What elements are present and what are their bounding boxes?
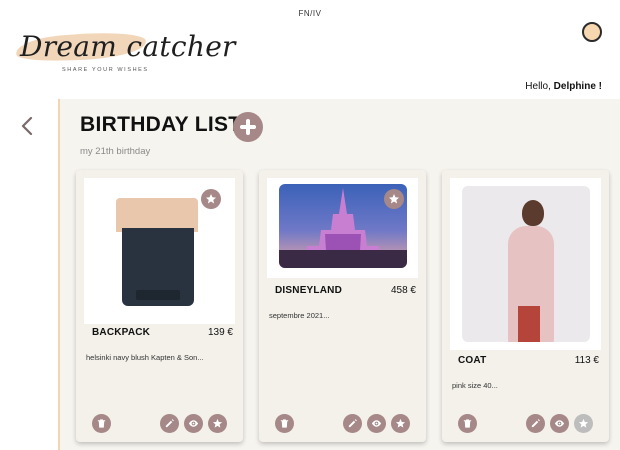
chevron-left-icon[interactable] [20, 116, 40, 138]
star-icon[interactable] [574, 414, 593, 433]
pencil-icon[interactable] [526, 414, 545, 433]
item-description: septembre 2021... [269, 311, 330, 320]
user-name: Delphine ! [553, 81, 602, 92]
page-title: BIRTHDAY LIST [80, 113, 242, 136]
plus-circle-icon[interactable] [233, 112, 263, 142]
logo[interactable]: Dream catcher SHARE YOUR WISHES [14, 26, 235, 78]
pencil-icon[interactable] [343, 414, 362, 433]
language-switcher[interactable]: FN/IV [0, 9, 620, 18]
list-subtitle: my 21th birthday [80, 146, 151, 157]
logo-title: Dream catcher [20, 30, 236, 63]
main-panel: BIRTHDAY LIST my 21th birthday BACKPACK … [58, 99, 620, 450]
logo-tagline: SHARE YOUR WISHES [62, 67, 149, 73]
item-price: 139 € [207, 327, 233, 338]
item-name: DISNEYLAND [275, 285, 343, 296]
eye-icon[interactable] [550, 414, 569, 433]
item-price: 113 € [574, 355, 599, 366]
avatar-icon[interactable] [582, 22, 602, 42]
pencil-icon[interactable] [160, 414, 179, 433]
eye-icon[interactable] [367, 414, 386, 433]
wish-card[interactable]: DISNEYLAND 458 € septembre 2021... [259, 170, 426, 442]
item-name: BACKPACK [92, 327, 151, 338]
eye-icon[interactable] [184, 414, 203, 433]
star-icon[interactable] [384, 189, 404, 209]
star-icon[interactable] [201, 189, 221, 209]
star-icon[interactable] [391, 414, 410, 433]
greeting: Hello, Delphine ! [525, 81, 602, 92]
product-image [450, 178, 601, 350]
item-description: helsinki navy blush Kapten & Son... [86, 353, 204, 362]
greeting-prefix: Hello, [525, 81, 554, 92]
item-description: pink size 40... [452, 381, 498, 390]
star-icon[interactable] [208, 414, 227, 433]
wish-card[interactable]: BACKPACK 139 € helsinki navy blush Kapte… [76, 170, 243, 442]
wish-card[interactable]: COAT 113 € pink size 40... [442, 170, 609, 442]
trash-icon[interactable] [275, 414, 294, 433]
trash-icon[interactable] [458, 414, 477, 433]
item-price: 458 € [390, 285, 416, 296]
trash-icon[interactable] [92, 414, 111, 433]
item-name: COAT [458, 355, 487, 366]
